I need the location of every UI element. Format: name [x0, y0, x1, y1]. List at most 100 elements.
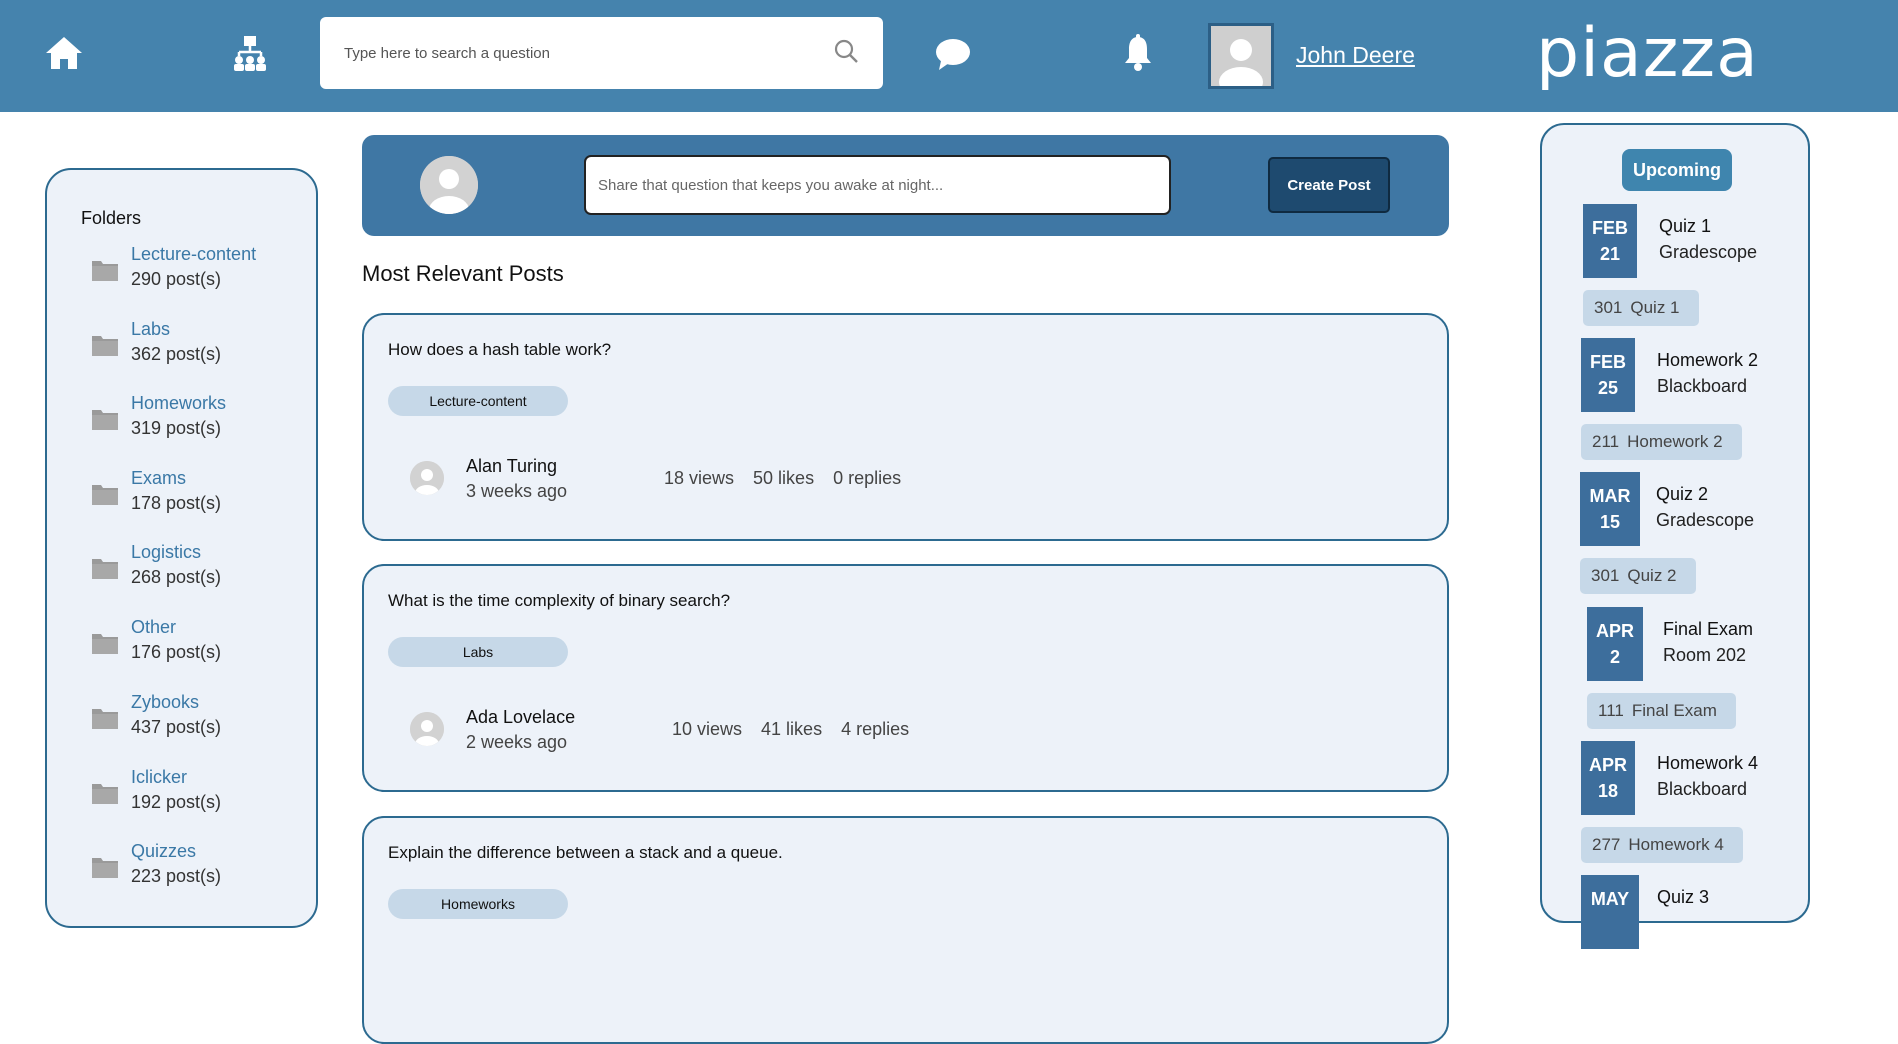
- post-card[interactable]: What is the time complexity of binary se…: [362, 564, 1449, 792]
- folder-name[interactable]: Iclicker: [131, 767, 187, 788]
- post-card[interactable]: How does a hash table work? Lecture-cont…: [362, 313, 1449, 541]
- folder-count: 319 post(s): [131, 418, 222, 438]
- folder-item[interactable]: Other 176 post(s): [91, 617, 291, 677]
- upcoming-title: Upcoming: [1622, 149, 1732, 191]
- folder-icon: [91, 482, 119, 511]
- folder-item[interactable]: Homeworks 319 post(s): [91, 393, 291, 453]
- folder-icon: [91, 333, 119, 362]
- folder-name[interactable]: Labs: [131, 319, 170, 340]
- post-replies: 0 replies: [833, 468, 902, 488]
- course-chip-label: Final Exam: [1631, 701, 1717, 720]
- course-number: 301: [1591, 566, 1620, 585]
- new-post-input[interactable]: [598, 176, 1157, 194]
- event-month: APR: [1588, 755, 1627, 775]
- user-avatar[interactable]: [1208, 23, 1274, 89]
- event-title: Final Exam: [1663, 619, 1754, 639]
- composer-field[interactable]: [584, 155, 1171, 215]
- folder-item[interactable]: Quizzes 223 post(s): [91, 841, 291, 901]
- course-number: 111: [1598, 701, 1624, 720]
- event-location: Gradescope: [1656, 510, 1755, 530]
- event-location: Room 202: [1663, 645, 1747, 665]
- search-input[interactable]: [344, 44, 833, 62]
- folder-name[interactable]: Zybooks: [131, 692, 199, 713]
- post-likes: 50 likes: [753, 468, 815, 488]
- post-question[interactable]: What is the time complexity of binary se…: [388, 591, 730, 611]
- folder-item[interactable]: Logistics 268 post(s): [91, 542, 291, 602]
- search-icon[interactable]: [833, 38, 859, 69]
- post-author: Alan Turing: [466, 456, 558, 476]
- folder-count: 290 post(s): [131, 269, 222, 289]
- author-avatar: [410, 461, 444, 495]
- post-time: 2 weeks ago: [466, 732, 568, 752]
- folder-name[interactable]: Quizzes: [131, 841, 196, 862]
- course-chip[interactable]: 277 Homework 4: [1581, 827, 1743, 863]
- post-question[interactable]: Explain the difference between a stack a…: [388, 843, 783, 863]
- folder-item[interactable]: Labs 362 post(s): [91, 319, 291, 379]
- event-item[interactable]: APR 18 Homework 4 Blackboard: [1581, 741, 1801, 815]
- event-title: Quiz 1: [1659, 216, 1712, 236]
- post-replies: 4 replies: [841, 719, 910, 739]
- piazza-logo[interactable]: piazza: [1536, 20, 1759, 88]
- home-icon[interactable]: [42, 33, 86, 73]
- folder-icon: [91, 781, 119, 810]
- course-chip-label: Homework 4: [1628, 835, 1724, 854]
- course-chip-label: Quiz 1: [1630, 298, 1680, 317]
- sitemap-icon[interactable]: [232, 33, 268, 73]
- post-tag[interactable]: Labs: [388, 637, 568, 667]
- event-date: MAY: [1581, 875, 1639, 949]
- post-card[interactable]: Explain the difference between a stack a…: [362, 816, 1449, 1044]
- folder-item[interactable]: Exams 178 post(s): [91, 468, 291, 528]
- user-name-link[interactable]: John Deere: [1296, 42, 1415, 69]
- event-item[interactable]: MAR 15 Quiz 2 Gradescope: [1580, 472, 1800, 546]
- course-chip-label: Quiz 2: [1627, 566, 1677, 585]
- post-views: 10 views: [672, 719, 743, 739]
- event-item[interactable]: FEB 21 Quiz 1 Gradescope: [1583, 204, 1803, 278]
- post-tag[interactable]: Lecture-content: [388, 386, 568, 416]
- chat-bubble-icon[interactable]: [934, 35, 972, 73]
- folder-item[interactable]: Iclicker 192 post(s): [91, 767, 291, 827]
- post-tag[interactable]: Homeworks: [388, 889, 568, 919]
- event-month: APR: [1595, 621, 1634, 641]
- folder-item[interactable]: Zybooks 437 post(s): [91, 692, 291, 752]
- event-day: 18: [1597, 781, 1619, 801]
- folder-name[interactable]: Logistics: [131, 542, 201, 563]
- post-time: 3 weeks ago: [466, 481, 568, 501]
- folder-name[interactable]: Exams: [131, 468, 186, 489]
- folder-name[interactable]: Lecture-content: [131, 244, 256, 265]
- folders-title: Folders: [81, 208, 142, 228]
- event-date: APR 18: [1581, 741, 1635, 815]
- course-number: 211: [1592, 432, 1620, 451]
- event-title: Quiz 3: [1657, 887, 1710, 907]
- course-chip[interactable]: 301 Quiz 1: [1583, 290, 1699, 326]
- folder-name[interactable]: Homeworks: [131, 393, 226, 414]
- event-date: FEB 21: [1583, 204, 1637, 278]
- event-date: FEB 25: [1581, 338, 1635, 412]
- section-title: Most Relevant Posts: [362, 261, 564, 286]
- event-item[interactable]: APR 2 Final Exam Room 202: [1587, 607, 1807, 681]
- folder-count: 268 post(s): [131, 567, 222, 587]
- folder-icon: [91, 631, 119, 660]
- folder-count: 192 post(s): [131, 792, 222, 812]
- post-question[interactable]: How does a hash table work?: [388, 340, 611, 360]
- event-location: Blackboard: [1657, 376, 1748, 396]
- folder-name[interactable]: Other: [131, 617, 176, 638]
- post-likes: 41 likes: [761, 719, 823, 739]
- course-chip[interactable]: 301 Quiz 2: [1580, 558, 1696, 594]
- course-chip[interactable]: 111 Final Exam: [1587, 693, 1736, 729]
- bell-icon[interactable]: [1122, 33, 1154, 73]
- folder-icon: [91, 407, 119, 436]
- folder-item[interactable]: Lecture-content 290 post(s): [91, 244, 291, 304]
- top-nav-bar: John Deere piazza: [0, 0, 1898, 112]
- event-item[interactable]: FEB 25 Homework 2 Blackboard: [1581, 338, 1801, 412]
- folder-count: 223 post(s): [131, 866, 222, 886]
- create-post-button[interactable]: Create Post: [1268, 157, 1390, 213]
- search-bar[interactable]: [320, 17, 883, 89]
- event-month: FEB: [1590, 352, 1626, 372]
- folder-icon: [91, 258, 119, 287]
- event-item[interactable]: MAY Quiz 3: [1581, 875, 1801, 949]
- folder-icon: [91, 855, 119, 884]
- event-title: Quiz 2: [1656, 484, 1709, 504]
- course-chip[interactable]: 211 Homework 2: [1581, 424, 1742, 460]
- event-location: Gradescope: [1659, 242, 1758, 262]
- course-number: 301: [1594, 298, 1623, 317]
